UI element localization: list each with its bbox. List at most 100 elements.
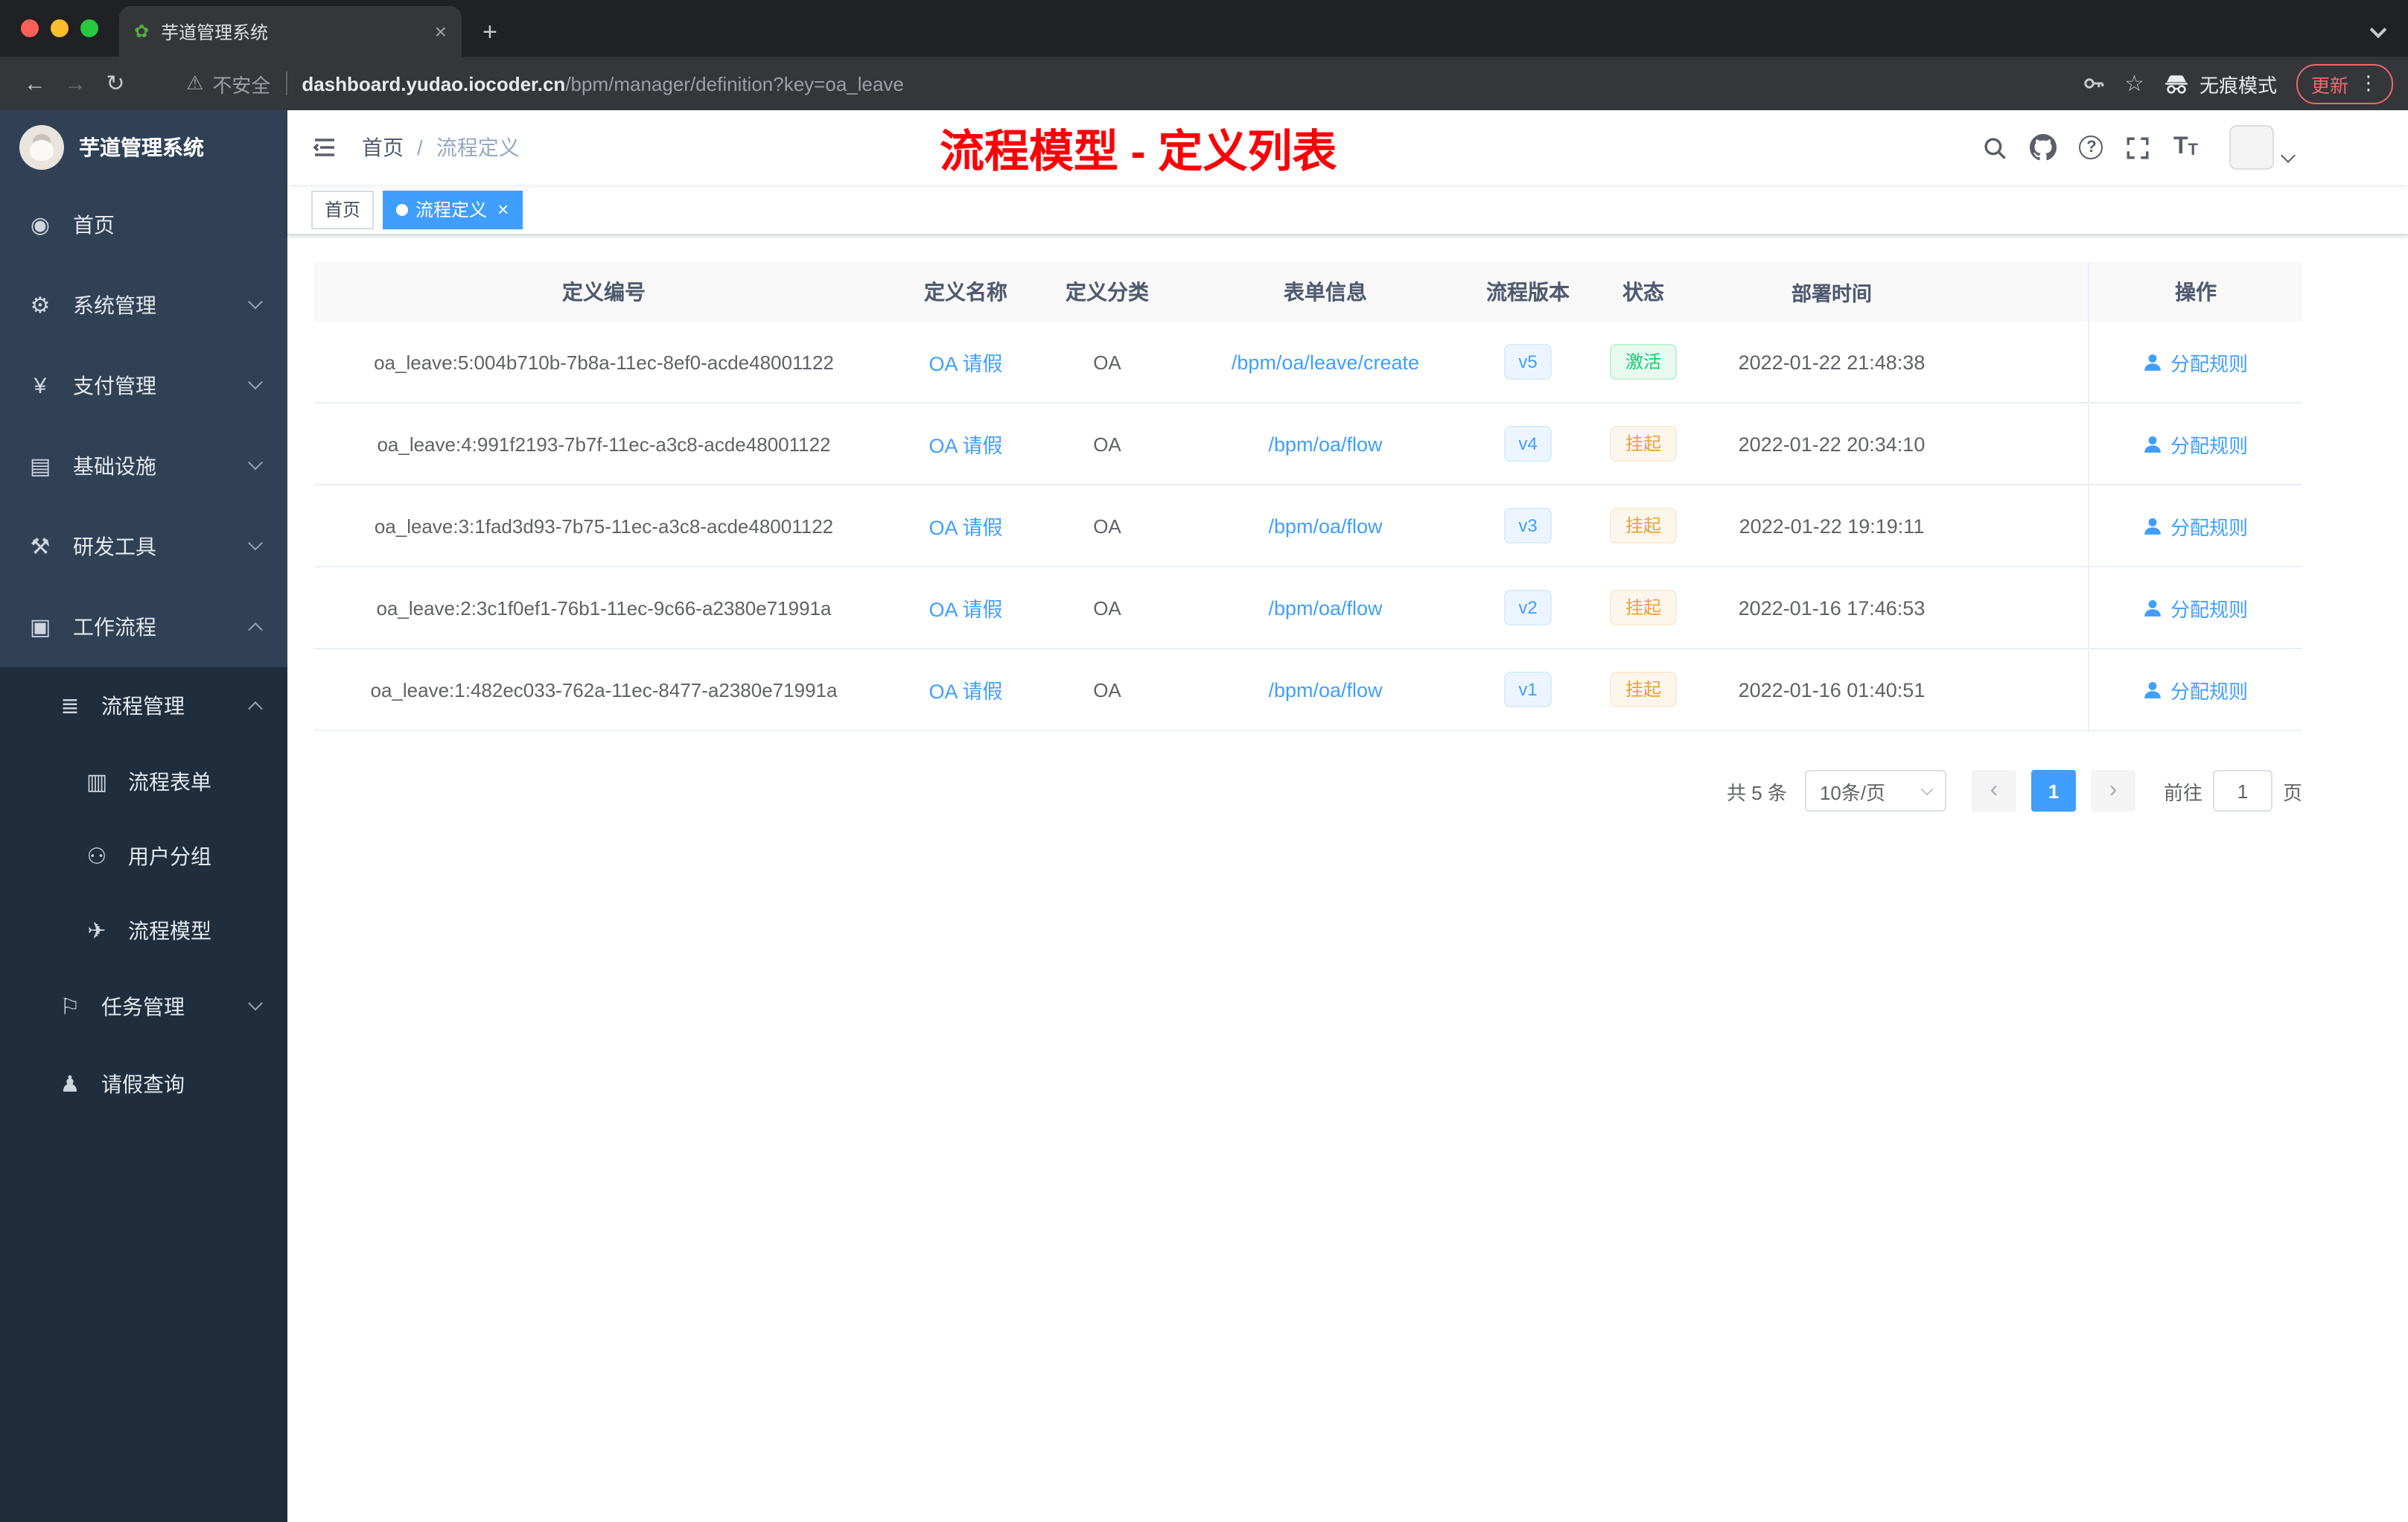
update-chip[interactable]: 更新 ⋮ [2296, 63, 2393, 104]
bookmark-star-icon[interactable]: ☆ [2124, 72, 2144, 95]
search-icon[interactable] [1983, 135, 2008, 160]
column-header: 操作 [2088, 262, 2302, 322]
sidebar-item-label: 任务管理 [101, 995, 185, 1019]
next-page-button[interactable]: › [2090, 770, 2135, 812]
table-row: oa_leave:1:482ec033-762a-11ec-8477-a2380… [314, 649, 2302, 731]
chevron-up-icon [248, 621, 263, 637]
key-icon[interactable] [2081, 71, 2105, 95]
new-tab-button[interactable]: + [482, 19, 497, 45]
sidebar-filler [0, 1123, 287, 1522]
form-link[interactable]: /bpm/oa/leave/create [1232, 351, 1419, 373]
group-icon: ⚇ [86, 844, 107, 869]
person-icon: ♟ [60, 1072, 80, 1097]
form-link[interactable]: /bpm/oa/flow [1268, 515, 1382, 537]
logo-row[interactable]: 芋道管理系统 [0, 110, 287, 185]
breadcrumb-home[interactable]: 首页 [362, 133, 404, 162]
yen-icon: ¥ [34, 373, 47, 398]
sidebar: 芋道管理系统 ◉ 首页 ⚙ 系统管理 ¥ 支付管理 ▤ 基础设施 ⚒ 研发工具 … [0, 110, 287, 1522]
chevron-down-icon [1920, 782, 1934, 795]
definition-name-link[interactable]: OA 请假 [929, 353, 1002, 375]
sidebar-item-system[interactable]: ⚙ 系统管理 [0, 265, 287, 346]
sidebar-item-devtools[interactable]: ⚒ 研发工具 [0, 506, 287, 587]
toolbar-right: ☆ 无痕模式 更新 ⋮ [2081, 63, 2393, 104]
warning-icon: ⚠ [186, 71, 204, 94]
back-button[interactable]: ← [15, 71, 55, 96]
sidebar-item-workflow[interactable]: ▣ 工作流程 [0, 587, 287, 667]
definition-category: OA [1093, 515, 1121, 537]
user-menu[interactable] [2229, 125, 2296, 170]
fullscreen-icon[interactable] [2126, 135, 2151, 160]
sidebar-item-user-groups[interactable]: ⚇ 用户分组 [0, 819, 287, 894]
sidebar-item-task-management[interactable]: ⚐ 任务管理 [0, 968, 287, 1045]
sidebar-item-leave-query[interactable]: ♟ 请假查询 [0, 1045, 287, 1123]
browser-menu-icon[interactable]: ⋮ [2359, 71, 2378, 95]
sidebar-item-label: 基础设施 [73, 454, 156, 478]
window-close-button[interactable] [21, 19, 39, 37]
sidebar-item-process-forms[interactable]: ▥ 流程表单 [0, 745, 287, 819]
sidebar-item-label: 用户分组 [128, 844, 211, 868]
version-badge: v5 [1503, 344, 1552, 380]
font-size-icon[interactable]: TT [2173, 135, 2198, 159]
sidebar-item-label: 流程表单 [128, 770, 211, 794]
user-icon [2145, 435, 2162, 452]
goto-suffix: 页 [2282, 781, 2302, 803]
github-icon[interactable] [2030, 134, 2057, 161]
assign-rule-button[interactable]: 分配规则 [2144, 512, 2248, 540]
assign-rule-button[interactable]: 分配规则 [2144, 675, 2248, 704]
dashboard-icon: ◉ [30, 212, 51, 238]
tool-icon: ⚒ [30, 534, 51, 559]
browser-tab-strip: ✿ 芋道管理系统 × + [0, 0, 2408, 57]
goto-page-input[interactable] [2212, 770, 2272, 812]
browser-tab[interactable]: ✿ 芋道管理系统 × [119, 6, 462, 57]
sidebar-item-home[interactable]: ◉ 首页 [0, 185, 287, 265]
forward-button[interactable]: → [55, 71, 95, 96]
assign-rule-button[interactable]: 分配规则 [2144, 430, 2248, 458]
security-indicator[interactable]: ⚠ 不安全 [186, 69, 270, 98]
form-link[interactable]: /bpm/oa/flow [1268, 596, 1382, 619]
incognito-icon [2165, 74, 2188, 93]
form-link[interactable]: /bpm/oa/flow [1268, 678, 1382, 701]
tag-label: 流程定义 [415, 200, 488, 220]
tab-search-chevron-icon[interactable] [2369, 21, 2387, 39]
status-badge: 挂起 [1610, 426, 1676, 462]
sidebar-toggle-icon[interactable] [311, 134, 338, 161]
definition-id: oa_leave:5:004b710b-7b8a-11ec-8ef0-acde4… [374, 351, 834, 373]
prev-page-button[interactable]: ‹ [1971, 770, 2016, 812]
assign-rule-button[interactable]: 分配规则 [2144, 593, 2248, 622]
page-number-1[interactable]: 1 [2030, 770, 2076, 812]
user-icon [2145, 599, 2162, 616]
tag-process-definition[interactable]: 流程定义 × [383, 190, 523, 229]
tag-close-icon[interactable]: × [497, 200, 509, 219]
definition-name-link[interactable]: OA 请假 [929, 599, 1002, 621]
definition-name-link[interactable]: OA 请假 [929, 435, 1002, 457]
sidebar-item-label: 首页 [73, 213, 115, 237]
assign-rule-button[interactable]: 分配规则 [2144, 348, 2248, 376]
app-title: 芋道管理系统 [79, 136, 204, 159]
tab-close-icon[interactable]: × [435, 21, 447, 42]
definition-name-link[interactable]: OA 请假 [929, 681, 1002, 703]
table-header: 定义编号 定义名称 定义分类 表单信息 流程版本 状态 部署时间 操作 [314, 262, 2302, 322]
definition-name-link[interactable]: OA 请假 [929, 517, 1002, 539]
page-size-select[interactable]: 10条/页 [1804, 770, 1946, 812]
tag-home[interactable]: 首页 [311, 190, 375, 229]
window-zoom-button[interactable] [80, 19, 98, 37]
incognito-label: 无痕模式 [2199, 74, 2277, 96]
sidebar-item-process-management[interactable]: ≣ 流程管理 [0, 667, 287, 745]
help-icon[interactable]: ? [2079, 136, 2103, 159]
deploy-time: 2022-01-22 20:34:10 [1738, 433, 1926, 455]
sidebar-item-process-models[interactable]: ✈ 流程模型 [0, 894, 287, 968]
form-icon: ▥ [86, 769, 108, 795]
form-link[interactable]: /bpm/oa/flow [1268, 433, 1382, 455]
sidebar-item-infrastructure[interactable]: ▤ 基础设施 [0, 426, 287, 506]
sidebar-item-payment[interactable]: ¥ 支付管理 [0, 346, 287, 426]
total-count: 共 5 条 [1727, 781, 1787, 803]
favicon-icon: ✿ [134, 21, 150, 42]
address-bar[interactable]: dashboard.yudao.iocoder.cn/bpm/manager/d… [302, 72, 904, 95]
window-minimize-button[interactable] [51, 19, 69, 37]
chevron-down-icon [248, 293, 263, 309]
chevron-down-icon [248, 535, 263, 550]
version-badge: v4 [1503, 426, 1552, 462]
version-badge: v3 [1503, 508, 1552, 544]
reload-button[interactable]: ↻ [95, 70, 136, 97]
main: 首页 / 流程定义 流程模型 - 定义列表 ? T T 首页 流程定义 × 定义… [287, 110, 2408, 1522]
